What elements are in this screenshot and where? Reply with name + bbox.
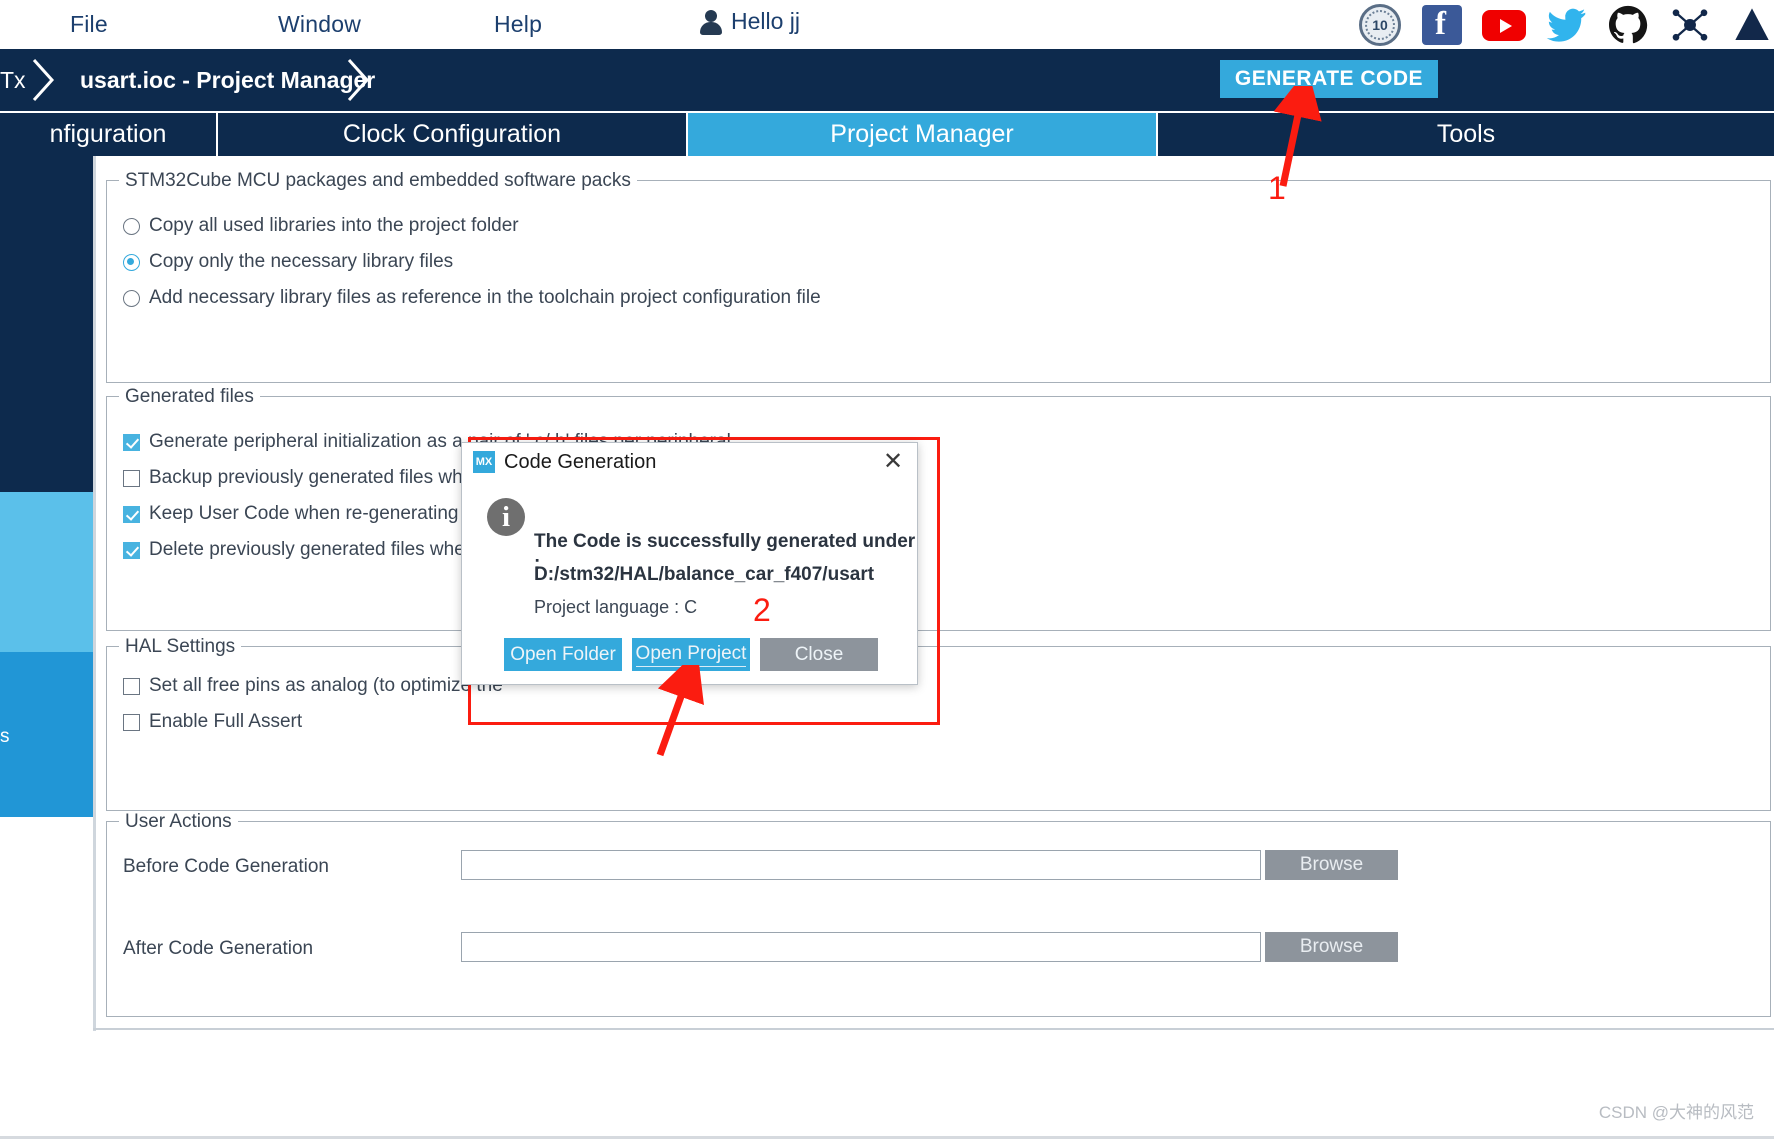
radio-label: Add necessary library files as reference…: [149, 287, 821, 308]
browse-button-before-code-generation[interactable]: Browse: [1265, 850, 1398, 880]
network-share-icon[interactable]: [1668, 3, 1712, 47]
checkbox-label: Enable Full Assert: [149, 711, 303, 732]
group-title-generated-files: Generated files: [119, 386, 260, 408]
rail-segment-3[interactable]: [0, 492, 93, 652]
group-user-actions: User Actions Before Code Generation Brow…: [106, 811, 1771, 1017]
checkbox-indicator: [123, 541, 140, 559]
dialog-message-path: D:/stm32/HAL/balance_car_f407/usart: [534, 564, 875, 585]
anniversary-10-years-badge-icon[interactable]: 10: [1358, 3, 1402, 47]
breadcrumb-bar: Tx usart.ioc - Project Manager: [0, 49, 1774, 111]
dialog-title: Code Generation: [504, 450, 657, 473]
facebook-icon[interactable]: [1420, 3, 1464, 47]
left-navigation-rail: s: [0, 156, 93, 1026]
badge-number: 10: [1365, 10, 1395, 40]
breadcrumb-item-first[interactable]: Tx: [0, 67, 26, 94]
breadcrumb-chevron-icon-2: [345, 57, 375, 103]
user-greeting-label: Hello jj: [731, 8, 801, 34]
rail-segment-5: [0, 817, 93, 1026]
open-project-button[interactable]: Open Project: [632, 638, 750, 671]
checkbox-indicator: [123, 505, 140, 523]
menu-item-window[interactable]: Window: [278, 11, 361, 38]
radio-copy-all-libraries[interactable]: Copy all used libraries into the project…: [123, 215, 519, 237]
user-greeting[interactable]: Hello jj: [700, 8, 800, 35]
radio-copy-necessary-library-files[interactable]: Copy only the necessary library files: [123, 251, 453, 273]
rail-segment-1[interactable]: [0, 156, 93, 332]
rail-segment-4[interactable]: [0, 652, 93, 817]
rail-segment-2[interactable]: [0, 332, 93, 492]
label-before-code-generation: Before Code Generation: [123, 856, 329, 877]
open-project-button-label: Open Project: [635, 643, 747, 667]
menu-bar: File Window Help Hello jj 10: [0, 0, 1774, 49]
group-title-user-actions: User Actions: [119, 811, 238, 833]
st-logo-icon[interactable]: [1730, 3, 1774, 47]
tab-clock-configuration[interactable]: Clock Configuration: [218, 113, 688, 156]
main-tab-bar: nfiguration Clock Configuration Project …: [0, 113, 1774, 156]
radio-label: Copy all used libraries into the project…: [149, 215, 519, 236]
breadcrumb-chevron-icon: [30, 57, 60, 103]
checkbox-enable-full-assert[interactable]: Enable Full Assert: [123, 711, 302, 733]
tab-tools[interactable]: Tools: [1158, 113, 1774, 156]
radio-label: Copy only the necessary library files: [149, 251, 454, 272]
browse-button-after-code-generation[interactable]: Browse: [1265, 932, 1398, 962]
checkbox-delete-previously-generated[interactable]: Delete previously generated files when n…: [123, 539, 519, 561]
checkbox-label: Keep User Code when re-generating: [149, 503, 459, 524]
cubemx-logo-icon: MX: [473, 451, 495, 473]
radio-add-library-as-reference[interactable]: Add necessary library files as reference…: [123, 287, 821, 309]
close-dialog-button[interactable]: Close: [760, 638, 878, 671]
twitter-icon[interactable]: [1544, 3, 1588, 47]
open-folder-button[interactable]: Open Folder: [504, 638, 622, 671]
radio-indicator: [123, 289, 140, 307]
annotation-number-1: 1: [1268, 170, 1286, 206]
info-icon: i: [487, 498, 525, 536]
menu-item-file[interactable]: File: [70, 11, 108, 38]
checkbox-set-free-pins-analog[interactable]: Set all free pins as analog (to optimize…: [123, 675, 503, 697]
input-after-code-generation[interactable]: [461, 932, 1261, 962]
checkbox-indicator: [123, 433, 140, 451]
tab-configuration[interactable]: nfiguration: [0, 113, 218, 156]
watermark: CSDN @大神的风范: [1598, 1103, 1754, 1122]
checkbox-label: Set all free pins as analog (to optimize…: [149, 675, 503, 696]
group-title-mcu-packages: STM32Cube MCU packages and embedded soft…: [119, 170, 637, 192]
menu-item-help[interactable]: Help: [494, 11, 542, 38]
label-after-code-generation: After Code Generation: [123, 938, 314, 959]
checkbox-indicator: [123, 469, 140, 487]
rail-item-label: s: [0, 726, 10, 747]
annotation-number-2: 2: [753, 592, 771, 628]
checkbox-indicator: [123, 677, 140, 695]
checkbox-keep-user-code[interactable]: Keep User Code when re-generating: [123, 503, 458, 525]
dialog-title-bar: MX Code Generation: [462, 443, 917, 481]
radio-indicator: [123, 217, 140, 235]
youtube-icon[interactable]: [1482, 3, 1526, 47]
input-before-code-generation[interactable]: [461, 850, 1261, 880]
code-generation-dialog: MX Code Generation ✕ i The Code is succe…: [461, 442, 918, 685]
group-mcu-packages: STM32Cube MCU packages and embedded soft…: [106, 170, 1771, 383]
close-icon[interactable]: ✕: [879, 449, 907, 475]
social-icon-row: 10: [1358, 2, 1774, 48]
generate-code-button[interactable]: GENERATE CODE: [1220, 60, 1438, 98]
breadcrumb-item-project[interactable]: usart.ioc - Project Manager: [80, 67, 375, 94]
github-icon[interactable]: [1606, 3, 1650, 47]
tab-project-manager[interactable]: Project Manager: [688, 113, 1158, 156]
dialog-message-language: Project language : C: [534, 597, 698, 617]
checkbox-indicator: [123, 713, 140, 731]
group-title-hal-settings: HAL Settings: [119, 636, 242, 658]
panel-divider: [93, 1028, 1774, 1030]
radio-indicator: [123, 253, 140, 271]
user-avatar-icon: [700, 9, 722, 35]
